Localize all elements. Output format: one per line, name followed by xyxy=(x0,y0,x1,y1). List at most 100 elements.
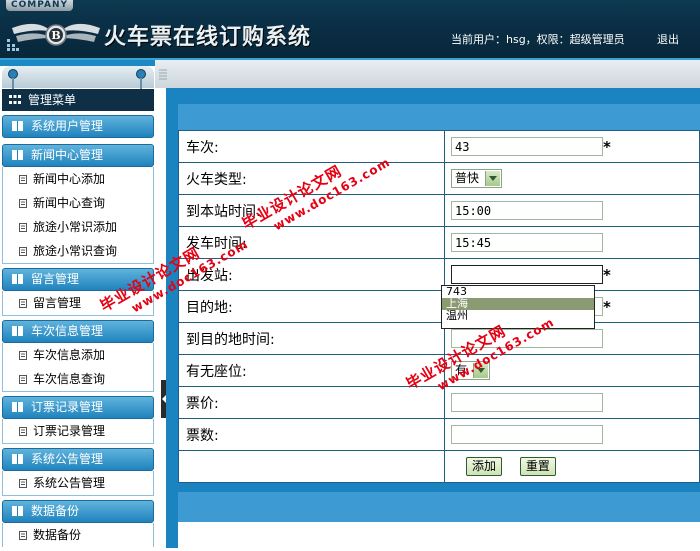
field-value-cell xyxy=(444,418,700,451)
field-label: 到本站时间: xyxy=(178,194,445,227)
ticket-count-input[interactable] xyxy=(451,425,603,444)
field-value-cell xyxy=(444,386,700,419)
required-mark: * xyxy=(603,266,611,284)
document-icon xyxy=(19,375,27,384)
menu-section-label: 订票记录管理 xyxy=(31,400,104,414)
form-row-train-number: 车次: * xyxy=(178,130,700,163)
field-value-cell: * xyxy=(444,130,700,163)
document-icon xyxy=(19,247,27,256)
reset-button[interactable]: 重置 xyxy=(519,457,556,476)
sidebar-item-train-query[interactable]: 车次信息查询 xyxy=(3,367,153,391)
sidebar-item-news-query[interactable]: 新闻中心查询 xyxy=(3,191,153,215)
menu-section-label: 系统用户管理 xyxy=(31,119,104,133)
field-label: 出发站: xyxy=(178,258,445,291)
sidebar-item-label: 系统公告管理 xyxy=(33,476,106,490)
sidebar-item-message-manage[interactable]: 留言管理 xyxy=(3,291,153,315)
form-footer-bar xyxy=(178,492,700,522)
field-label: 目的地: xyxy=(178,290,445,323)
svg-text:B: B xyxy=(51,29,60,42)
menu-section-booking-records[interactable]: 订票记录管理 xyxy=(2,396,154,419)
origin-station-input[interactable] xyxy=(451,265,603,284)
field-value-cell xyxy=(444,226,700,259)
field-value-cell xyxy=(444,194,700,227)
origin-autocomplete-list: 743 上海 温州 xyxy=(441,285,595,329)
sidebar-item-tips-add[interactable]: 旅途小常识添加 xyxy=(3,215,153,239)
destination-time-input[interactable] xyxy=(451,329,603,348)
menu-section-messages[interactable]: 留言管理 xyxy=(2,268,154,291)
sidebar-scroll-decoration xyxy=(2,66,154,90)
form-row-seat-available: 有无座位: 有 xyxy=(178,354,700,387)
menu-section-data-backup[interactable]: 数据备份 xyxy=(2,500,154,523)
suggestion-item[interactable]: 温州 xyxy=(442,310,594,322)
form-row-destination-time: 到目的地时间: xyxy=(178,322,700,355)
menu-section-label: 新闻中心管理 xyxy=(31,148,104,162)
toolbar-grip-icon xyxy=(159,69,167,80)
actions-cell: 添加 重置 xyxy=(444,450,700,483)
book-icon xyxy=(12,274,23,284)
form-row-actions: 添加 重置 xyxy=(178,450,700,483)
menu-section-items: 留言管理 xyxy=(2,291,154,316)
field-value-cell: 有 xyxy=(444,354,700,387)
field-label: 有无座位: xyxy=(178,354,445,387)
menu-section-label: 留言管理 xyxy=(31,272,80,286)
train-number-input[interactable] xyxy=(451,137,603,156)
menu-section-items: 新闻中心添加 新闻中心查询 旅途小常识添加 旅途小常识查询 xyxy=(2,167,154,264)
menu-section-label: 系统公告管理 xyxy=(31,452,104,466)
chevron-down-icon xyxy=(473,363,488,378)
menu-section-items: 数据备份 xyxy=(2,523,154,547)
winged-logo-icon: B xyxy=(12,23,100,46)
menu-grid-icon xyxy=(9,95,21,104)
menu-section-train-info[interactable]: 车次信息管理 xyxy=(2,320,154,343)
sidebar-item-news-add[interactable]: 新闻中心添加 xyxy=(3,167,153,191)
sidebar-menu: 系统用户管理 新闻中心管理 新闻中心添加 新闻中心查询 旅途小常识添加 旅途小常… xyxy=(2,115,154,551)
logout-link[interactable]: 退出 xyxy=(657,31,679,47)
add-button[interactable]: 添加 xyxy=(466,457,503,476)
form-bottom-area xyxy=(178,522,700,548)
form-row-arrival-time: 到本站时间: xyxy=(178,194,700,227)
sidebar-item-data-backup[interactable]: 数据备份 xyxy=(3,523,153,547)
field-label: 车次: xyxy=(178,130,445,163)
pin-icon xyxy=(8,69,18,90)
menu-section-system-users[interactable]: 系统用户管理 xyxy=(2,115,154,138)
document-icon xyxy=(19,479,27,488)
document-icon xyxy=(19,199,27,208)
book-icon xyxy=(12,506,23,516)
document-icon xyxy=(19,427,27,436)
form-row-train-type: 火车类型: 普快 xyxy=(178,162,700,195)
seat-available-select[interactable]: 有 xyxy=(451,361,490,380)
sidebar-item-booking-manage[interactable]: 订票记录管理 xyxy=(3,419,153,443)
pin-icon xyxy=(136,69,146,90)
menu-section-items: 订票记录管理 xyxy=(2,419,154,444)
departure-time-input[interactable] xyxy=(451,233,603,252)
select-value: 有 xyxy=(455,363,468,377)
sidebar-item-label: 新闻中心查询 xyxy=(33,196,106,210)
sidebar-item-train-add[interactable]: 车次信息添加 xyxy=(3,343,153,367)
sidebar-item-label: 旅途小常识添加 xyxy=(33,220,118,234)
menu-title: 管理菜单 xyxy=(28,93,77,107)
document-icon xyxy=(19,223,27,232)
field-value-cell: 普快 xyxy=(444,162,700,195)
field-label: 发车时间: xyxy=(178,226,445,259)
document-icon xyxy=(19,175,27,184)
sidebar-item-label: 旅途小常识查询 xyxy=(33,244,118,258)
book-icon xyxy=(12,402,23,412)
menu-header: 管理菜单 xyxy=(2,89,154,111)
sidebar: 管理菜单 系统用户管理 新闻中心管理 新闻中心添加 新闻中心查询 旅途小常识添加… xyxy=(0,60,160,548)
form-row-destination: 目的地: * xyxy=(178,290,700,323)
menu-section-announcements[interactable]: 系统公告管理 xyxy=(2,448,154,471)
sidebar-item-announcement-manage[interactable]: 系统公告管理 xyxy=(3,471,153,495)
menu-section-news-center[interactable]: 新闻中心管理 xyxy=(2,144,154,167)
menu-section-label: 数据备份 xyxy=(31,504,80,518)
train-type-select[interactable]: 普快 xyxy=(451,169,502,188)
sidebar-item-tips-query[interactable]: 旅途小常识查询 xyxy=(3,239,153,263)
price-input[interactable] xyxy=(451,393,603,412)
field-label: 到目的地时间: xyxy=(178,322,445,355)
sidebar-item-label: 车次信息添加 xyxy=(33,348,106,362)
company-label: COMPANY xyxy=(6,0,73,11)
form-row-price: 票价: xyxy=(178,386,700,419)
sidebar-item-label: 新闻中心添加 xyxy=(33,172,106,186)
sidebar-item-label: 订票记录管理 xyxy=(33,424,106,438)
document-icon xyxy=(19,299,27,308)
book-icon xyxy=(12,454,23,464)
arrival-time-input[interactable] xyxy=(451,201,603,220)
